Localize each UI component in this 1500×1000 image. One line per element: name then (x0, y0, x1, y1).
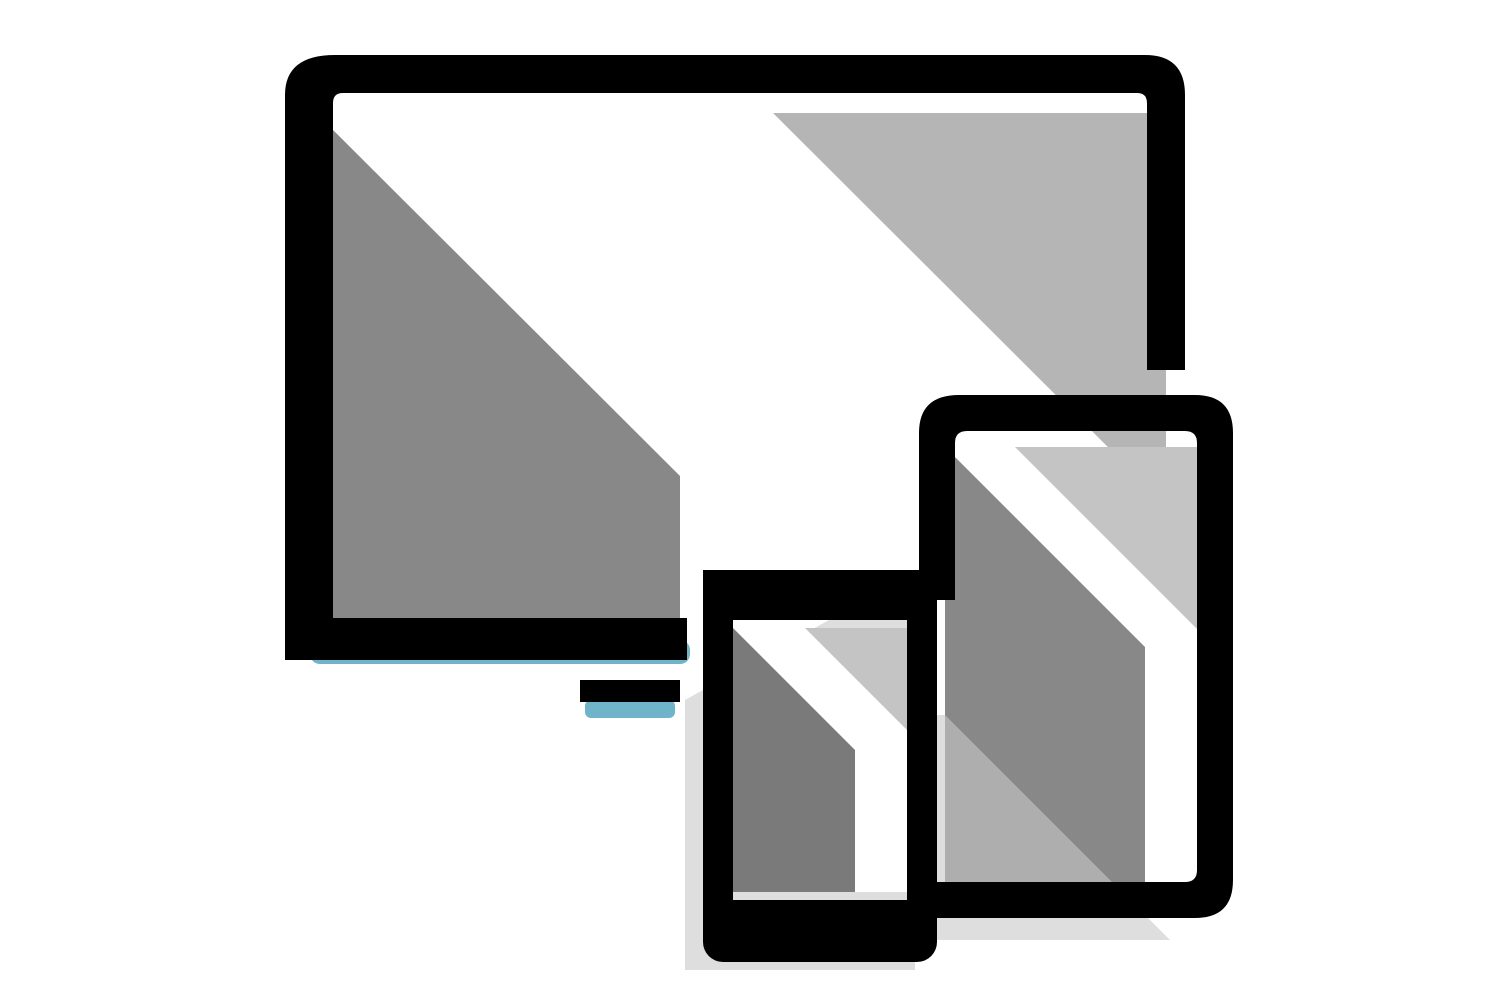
artwork-canvas (0, 0, 1500, 1000)
phone-icon (703, 570, 937, 962)
monitor-shadow-right (773, 113, 1166, 505)
responsive-devices-icon (85, 0, 1415, 1000)
monitor-shadow-left (316, 113, 680, 620)
